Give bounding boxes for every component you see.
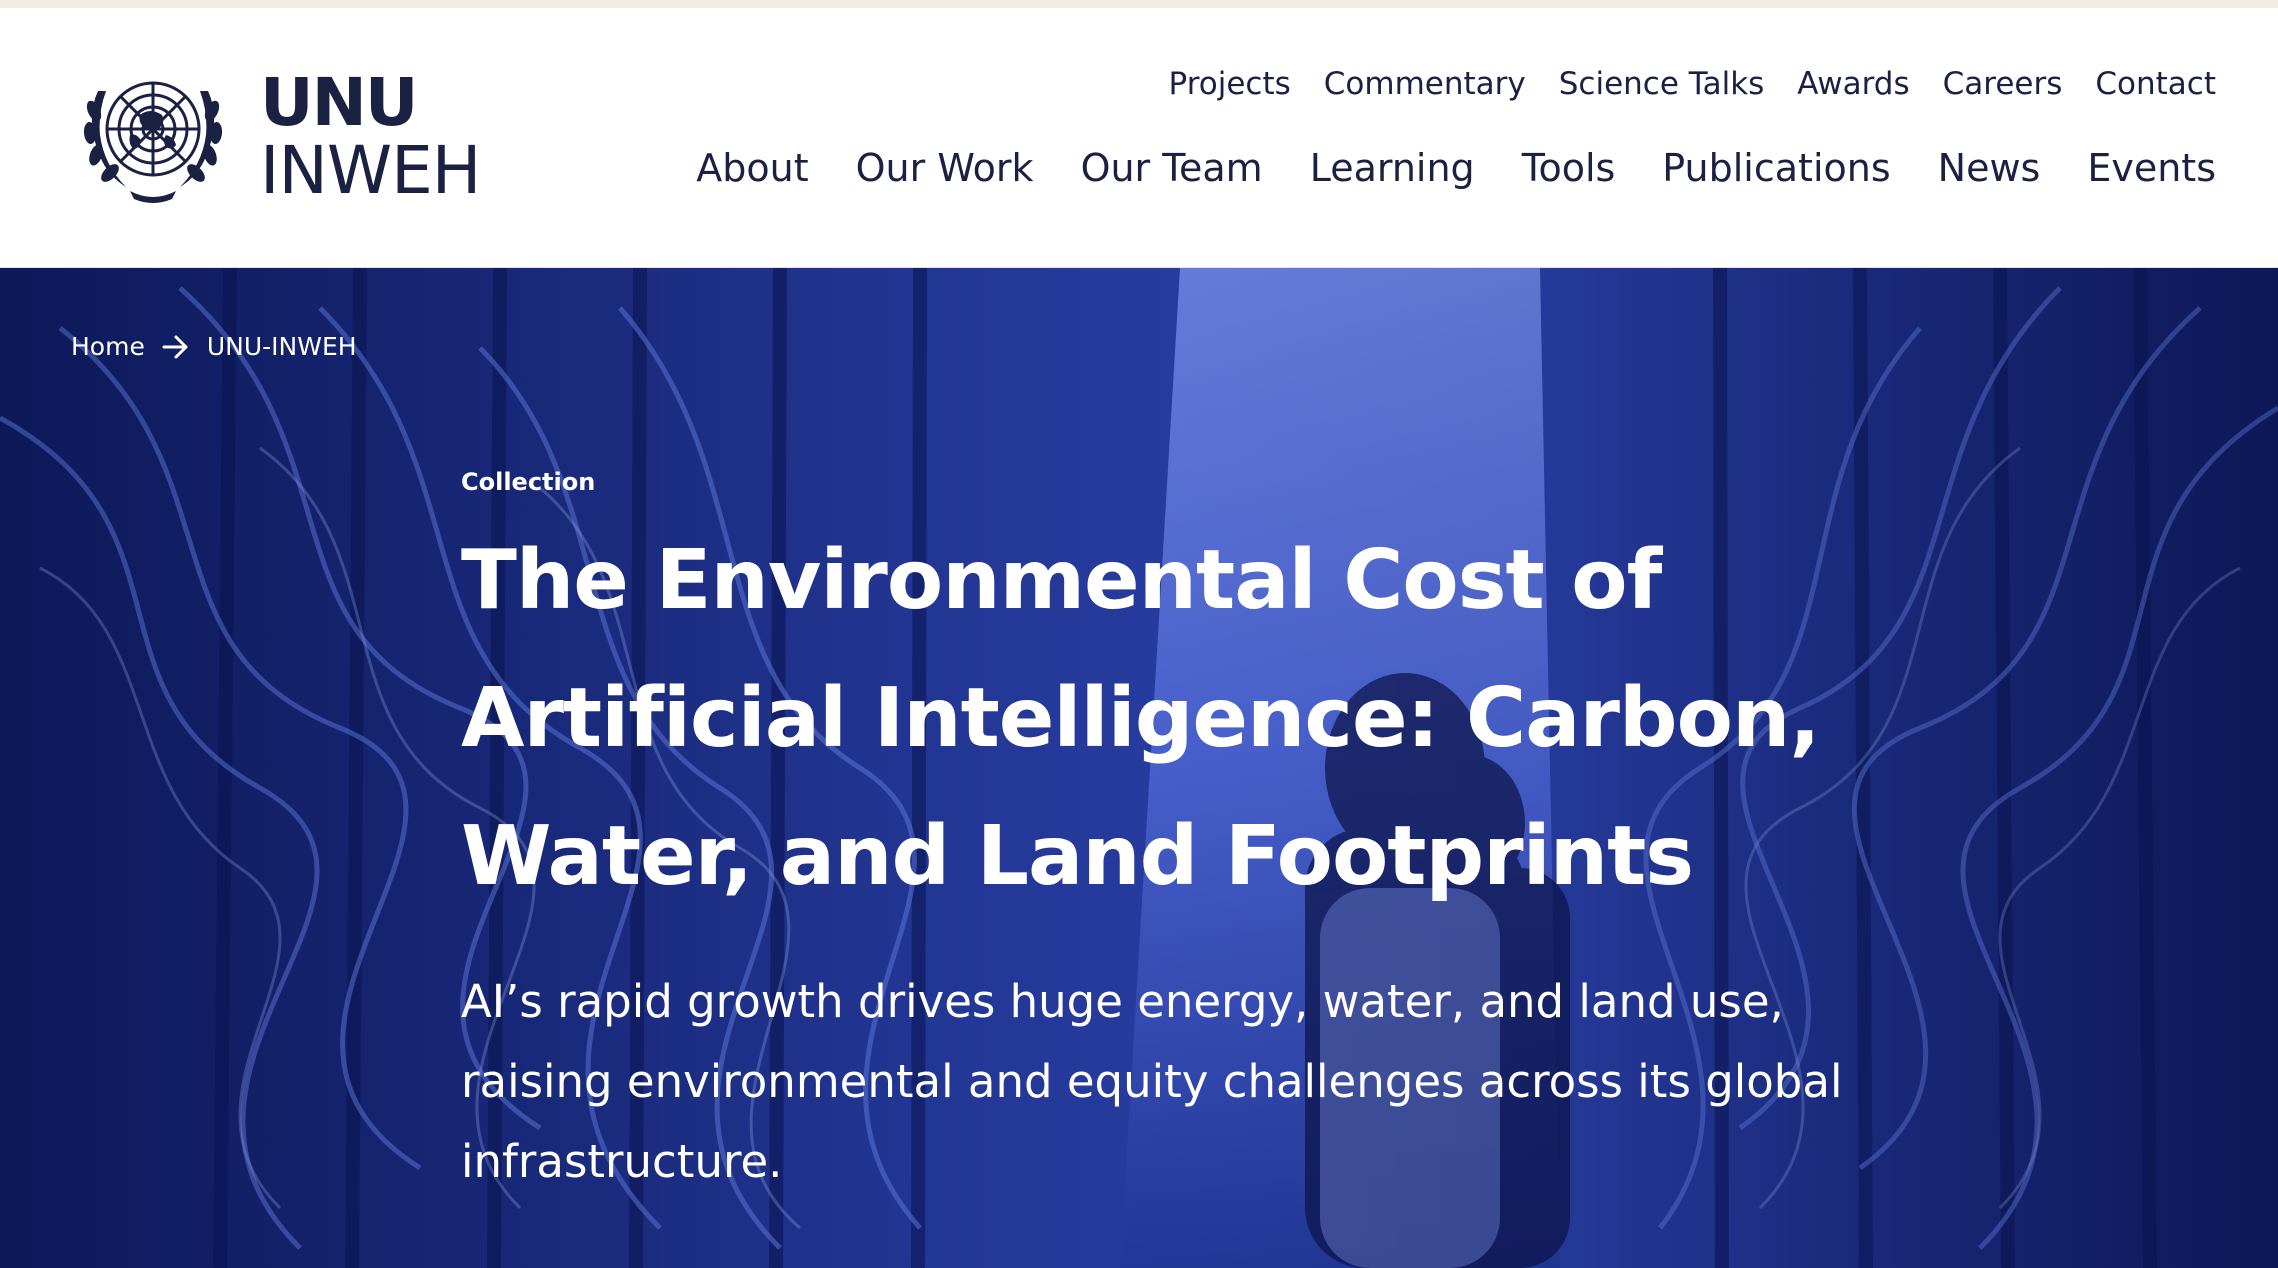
- page-title: The Environmental Cost of Artificial Int…: [461, 533, 1820, 904]
- logo-line-unu: UNU: [260, 64, 418, 141]
- breadcrumb-unu-inweh[interactable]: UNU-INWEH: [207, 332, 357, 361]
- content-type-label: Collection: [461, 468, 596, 496]
- main-nav-learning[interactable]: Learning: [1310, 146, 1475, 190]
- main-nav-our-team[interactable]: Our Team: [1081, 146, 1263, 190]
- site-header: UNU INWEH Projects Commentary Science Ta…: [0, 8, 2278, 268]
- un-emblem-icon: [83, 81, 223, 203]
- logo-wordmark: UNU INWEH: [260, 64, 481, 209]
- utility-nav-awards[interactable]: Awards: [1797, 66, 1909, 102]
- logo-line-inweh: INWEH: [260, 132, 481, 209]
- main-nav-events[interactable]: Events: [2087, 146, 2216, 190]
- main-nav-our-work[interactable]: Our Work: [856, 146, 1034, 190]
- top-accent-rule: [0, 0, 2278, 8]
- main-nav-news[interactable]: News: [1938, 146, 2041, 190]
- breadcrumb: Home UNU-INWEH: [71, 332, 357, 361]
- main-nav-about[interactable]: About: [696, 146, 808, 190]
- utility-nav: Projects Commentary Science Talks Awards…: [1169, 66, 2216, 102]
- site-logo[interactable]: UNU INWEH: [70, 62, 481, 212]
- utility-nav-science-talks[interactable]: Science Talks: [1559, 66, 1765, 102]
- main-nav-publications[interactable]: Publications: [1662, 146, 1890, 190]
- utility-nav-careers[interactable]: Careers: [1943, 66, 2063, 102]
- utility-nav-projects[interactable]: Projects: [1169, 66, 1291, 102]
- page-summary: AI’s rapid growth drives huge energy, wa…: [461, 975, 1843, 1188]
- breadcrumb-home[interactable]: Home: [71, 332, 145, 361]
- main-nav: About Our Work Our Team Learning Tools P…: [696, 146, 2216, 190]
- utility-nav-commentary[interactable]: Commentary: [1324, 66, 1526, 102]
- utility-nav-contact[interactable]: Contact: [2095, 66, 2216, 102]
- hero-banner: Home UNU-INWEH Collection The Environmen…: [0, 268, 2278, 1268]
- arrow-right-icon: [162, 335, 188, 358]
- main-nav-tools[interactable]: Tools: [1522, 146, 1616, 190]
- hero-content: Collection The Environmental Cost of Art…: [461, 468, 2061, 1202]
